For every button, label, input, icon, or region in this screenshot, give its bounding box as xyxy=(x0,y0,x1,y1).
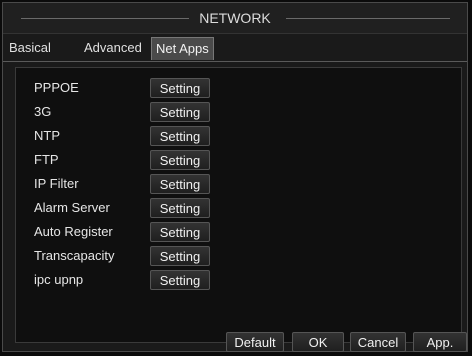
ftp-setting-button[interactable]: Setting xyxy=(150,150,210,170)
ip-filter-setting-button[interactable]: Setting xyxy=(150,174,210,194)
title-rule-right xyxy=(286,18,450,19)
auto-register-setting-button[interactable]: Setting xyxy=(150,222,210,242)
label-alarm-server: Alarm Server xyxy=(34,200,110,215)
ipc-upnp-setting-button[interactable]: Setting xyxy=(150,270,210,290)
label-pppoe: PPPOE xyxy=(34,80,79,95)
alarm-server-setting-button[interactable]: Setting xyxy=(150,198,210,218)
label-ipc-upnp: ipc upnp xyxy=(34,272,84,287)
ntp-setting-button[interactable]: Setting xyxy=(150,126,210,146)
tab-advanced[interactable]: Advanced xyxy=(84,40,142,55)
tab-net-apps[interactable]: Net Apps xyxy=(151,37,214,60)
transcapacity-setting-button[interactable]: Setting xyxy=(150,246,210,266)
label-ftp: FTP xyxy=(34,152,59,167)
footer-bar: Default OK Cancel App. xyxy=(0,332,472,356)
label-3g: 3G xyxy=(34,104,52,119)
default-button[interactable]: Default xyxy=(226,332,284,352)
tab-basical[interactable]: Basical xyxy=(9,40,51,55)
title-bar: NETWORK xyxy=(3,3,467,34)
label-transcapacity: Transcapacity xyxy=(34,248,115,263)
pppoe-setting-button[interactable]: Setting xyxy=(150,78,210,98)
apply-button[interactable]: App. xyxy=(413,332,467,352)
label-auto-register: Auto Register xyxy=(34,224,113,239)
tab-bar: Basical Advanced Net Apps xyxy=(3,37,467,62)
ok-button[interactable]: OK xyxy=(292,332,344,352)
cancel-button[interactable]: Cancel xyxy=(350,332,406,352)
label-ntp: NTP xyxy=(34,128,60,143)
label-ip-filter: IP Filter xyxy=(34,176,79,191)
3g-setting-button[interactable]: Setting xyxy=(150,102,210,122)
net-apps-panel: PPPOE Setting 3G Setting NTP Setting FTP… xyxy=(15,67,462,343)
network-window: NETWORK Basical Advanced Net Apps PPPOE … xyxy=(2,2,468,352)
